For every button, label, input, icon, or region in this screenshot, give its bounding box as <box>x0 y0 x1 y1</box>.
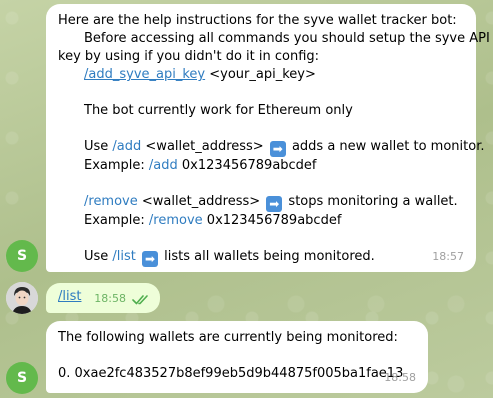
chat-area: Here are the help instructions for the s… <box>0 0 493 398</box>
double-check-icon <box>132 295 148 305</box>
remove-arg: <wallet_address> <box>137 194 265 209</box>
add-command[interactable]: /add <box>112 139 141 154</box>
example-label: Example: <box>84 158 149 173</box>
remove-command[interactable]: /remove <box>84 194 138 209</box>
user-message-text[interactable]: /list <box>58 289 81 304</box>
bot-avatar[interactable]: S <box>6 362 38 394</box>
list-arrow <box>136 249 140 264</box>
bot-help-message: Here are the help instructions for the s… <box>46 4 490 272</box>
setup-api-key-arg: <your_api_key> <box>205 67 316 82</box>
use-label: Use <box>84 139 113 154</box>
bot-wallets-message: The following wallets are currently bein… <box>46 321 428 393</box>
arrow-right-icon: ➡ <box>266 196 283 212</box>
user-avatar[interactable] <box>6 282 38 314</box>
message-time: 18:57 <box>432 250 464 263</box>
use-label: Use <box>84 249 113 264</box>
list-command[interactable]: /list <box>112 249 135 264</box>
user-photo-icon <box>6 282 38 314</box>
help-para1: Before accessing all commands you should… <box>84 31 490 46</box>
bot-avatar-letter: S <box>16 248 28 264</box>
remove-example-command[interactable]: /remove <box>149 213 203 228</box>
list-desc: lists all wallets being monitored. <box>160 249 375 264</box>
bot-avatar-letter: S <box>16 370 28 386</box>
network-note: The bot currently work for Ethereum only <box>84 103 353 118</box>
example-address: 0x123456789abcdef <box>177 158 317 173</box>
bot-avatar[interactable]: S <box>6 240 38 272</box>
add-example-command[interactable]: /add <box>149 158 178 173</box>
example-address: 0x123456789abcdef <box>202 213 342 228</box>
arrow-right-icon: ➡ <box>269 141 286 157</box>
setup-api-key-command[interactable]: /add_syve_api_key <box>84 67 205 82</box>
example-label: Example: <box>84 213 149 228</box>
wallet-item: 0. 0xae2fc483527b8ef99eb5d9b44875f005ba1… <box>58 366 404 381</box>
add-desc: adds a new wallet to monitor. <box>287 139 485 154</box>
help-para2: key by using if you didn't do it in conf… <box>58 49 320 64</box>
message-time: 18:58 <box>94 292 126 305</box>
arrow-right-icon: ➡ <box>142 251 159 267</box>
add-arg: <wallet_address> <box>141 139 268 154</box>
remove-desc: stops monitoring a wallet. <box>284 194 458 209</box>
wallets-header: The following wallets are currently bein… <box>58 330 398 345</box>
user-message: /list 18:58 <box>46 283 160 313</box>
help-intro: Here are the help instructions for the s… <box>58 13 457 28</box>
message-time: 18:58 <box>384 371 416 384</box>
